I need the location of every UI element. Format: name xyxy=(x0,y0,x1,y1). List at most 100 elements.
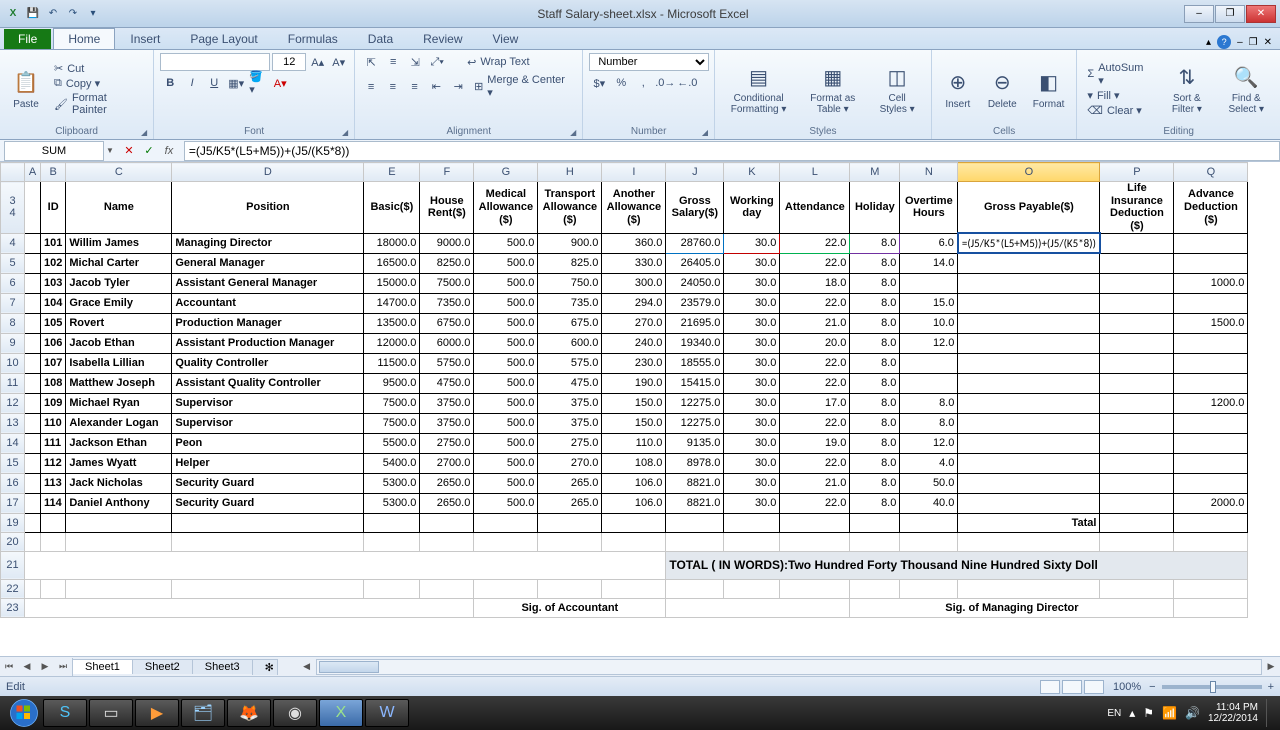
cell[interactable]: Matthew Joseph xyxy=(66,373,172,393)
cell[interactable]: General Manager xyxy=(172,253,364,273)
cell[interactable]: 30.0 xyxy=(724,473,780,493)
cell[interactable]: 22.0 xyxy=(780,253,850,273)
taskbar-excel-icon[interactable]: X xyxy=(319,699,363,727)
currency-icon[interactable]: $▾ xyxy=(589,74,609,92)
cell[interactable]: 270.0 xyxy=(538,453,602,473)
cell[interactable] xyxy=(958,253,1100,273)
undo-icon[interactable]: ↶ xyxy=(44,5,62,23)
cell[interactable] xyxy=(958,273,1100,293)
cell[interactable] xyxy=(1100,353,1174,373)
row-header-19[interactable]: 19 xyxy=(1,513,25,532)
cell[interactable] xyxy=(958,493,1100,513)
cell[interactable]: 475.0 xyxy=(538,373,602,393)
cell[interactable]: 6000.0 xyxy=(420,333,474,353)
cell[interactable]: 190.0 xyxy=(602,373,666,393)
cell[interactable]: 150.0 xyxy=(602,413,666,433)
increase-font-icon[interactable]: A▴ xyxy=(308,53,327,71)
cell[interactable]: 300.0 xyxy=(602,273,666,293)
row-header-21[interactable]: 21 xyxy=(1,551,25,579)
cell[interactable]: 600.0 xyxy=(538,333,602,353)
increase-indent-icon[interactable]: ⇥ xyxy=(448,78,468,96)
number-format-select[interactable]: Number xyxy=(589,53,709,71)
cell[interactable]: 16500.0 xyxy=(364,253,420,273)
cell[interactable]: Assistant Production Manager xyxy=(172,333,364,353)
cell[interactable]: 21695.0 xyxy=(666,313,724,333)
cell[interactable]: 6.0 xyxy=(900,233,958,253)
row-header-8[interactable]: 8 xyxy=(1,313,25,333)
first-sheet-icon[interactable]: ⏮ xyxy=(0,658,18,676)
cell[interactable]: Managing Director xyxy=(172,233,364,253)
cell[interactable]: Alexander Logan xyxy=(66,413,172,433)
cell[interactable] xyxy=(1100,413,1174,433)
tab-file[interactable]: File xyxy=(4,29,51,49)
cell[interactable]: 8.0 xyxy=(850,393,900,413)
format-painter-button[interactable]: 🖌Format Painter xyxy=(50,92,147,116)
bold-button[interactable]: B xyxy=(160,74,180,92)
cell[interactable]: 19.0 xyxy=(780,433,850,453)
cell[interactable] xyxy=(1174,413,1248,433)
cell[interactable]: 24050.0 xyxy=(666,273,724,293)
cell[interactable]: 21.0 xyxy=(780,473,850,493)
cell[interactable]: 113 xyxy=(41,473,66,493)
tray-volume-icon[interactable]: 🔊 xyxy=(1185,706,1200,720)
cell[interactable]: 22.0 xyxy=(780,373,850,393)
cell[interactable]: 8.0 xyxy=(850,273,900,293)
row-header-15[interactable]: 15 xyxy=(1,453,25,473)
cell[interactable]: 109 xyxy=(41,393,66,413)
cell[interactable] xyxy=(900,353,958,373)
cell[interactable]: 5400.0 xyxy=(364,453,420,473)
cell[interactable]: 270.0 xyxy=(602,313,666,333)
cell[interactable] xyxy=(1174,253,1248,273)
cell[interactable]: 9500.0 xyxy=(364,373,420,393)
cell[interactable]: 108 xyxy=(41,373,66,393)
cell[interactable] xyxy=(1100,313,1174,333)
cell[interactable]: 12.0 xyxy=(900,333,958,353)
cell[interactable]: 500.0 xyxy=(474,373,538,393)
cell[interactable]: 500.0 xyxy=(474,453,538,473)
cell[interactable]: 4.0 xyxy=(900,453,958,473)
col-header-B[interactable]: B xyxy=(41,163,66,182)
row-header-4[interactable]: 4 xyxy=(1,233,25,253)
align-top-icon[interactable]: ⇱ xyxy=(361,53,381,71)
cell[interactable]: 102 xyxy=(41,253,66,273)
format-as-table-button[interactable]: ▦Format as Table ▾ xyxy=(800,61,865,117)
row-header-10[interactable]: 10 xyxy=(1,353,25,373)
cell[interactable]: 5300.0 xyxy=(364,493,420,513)
cell[interactable]: 22.0 xyxy=(780,233,850,253)
cell[interactable]: 10.0 xyxy=(900,313,958,333)
cell[interactable]: 30.0 xyxy=(724,253,780,273)
cell[interactable] xyxy=(958,433,1100,453)
zoom-out-icon[interactable]: − xyxy=(1149,681,1155,693)
cell[interactable]: 275.0 xyxy=(538,433,602,453)
tab-review[interactable]: Review xyxy=(408,28,477,49)
cell[interactable]: 30.0 xyxy=(724,433,780,453)
cell[interactable]: Isabella Lillian xyxy=(66,353,172,373)
cell[interactable] xyxy=(958,373,1100,393)
tray-network-icon[interactable]: 📶 xyxy=(1162,706,1177,720)
cell[interactable]: 22.0 xyxy=(780,453,850,473)
cell[interactable] xyxy=(1174,333,1248,353)
cell[interactable]: 19340.0 xyxy=(666,333,724,353)
cell[interactable]: 26405.0 xyxy=(666,253,724,273)
row-header-12[interactable]: 12 xyxy=(1,393,25,413)
cell[interactable]: 12275.0 xyxy=(666,413,724,433)
cell[interactable]: Jacob Ethan xyxy=(66,333,172,353)
zoom-level[interactable]: 100% xyxy=(1113,681,1141,693)
tray-up-icon[interactable]: ▴ xyxy=(1129,706,1135,720)
namebox-dropdown-icon[interactable]: ▼ xyxy=(106,146,114,155)
cell[interactable]: Quality Controller xyxy=(172,353,364,373)
cell[interactable]: Jackson Ethan xyxy=(66,433,172,453)
cell[interactable]: 2700.0 xyxy=(420,453,474,473)
decrease-indent-icon[interactable]: ⇤ xyxy=(427,78,447,96)
tab-formulas[interactable]: Formulas xyxy=(273,28,353,49)
paste-button[interactable]: 📋Paste xyxy=(6,67,46,112)
row-header-9[interactable]: 9 xyxy=(1,333,25,353)
cell[interactable]: 112 xyxy=(41,453,66,473)
cell[interactable]: 240.0 xyxy=(602,333,666,353)
cell[interactable]: 8978.0 xyxy=(666,453,724,473)
start-button[interactable] xyxy=(6,696,42,730)
cell[interactable] xyxy=(1100,273,1174,293)
cell[interactable]: Daniel Anthony xyxy=(66,493,172,513)
cell[interactable]: 15000.0 xyxy=(364,273,420,293)
horizontal-scrollbar[interactable]: ◀▶ xyxy=(298,658,1280,676)
